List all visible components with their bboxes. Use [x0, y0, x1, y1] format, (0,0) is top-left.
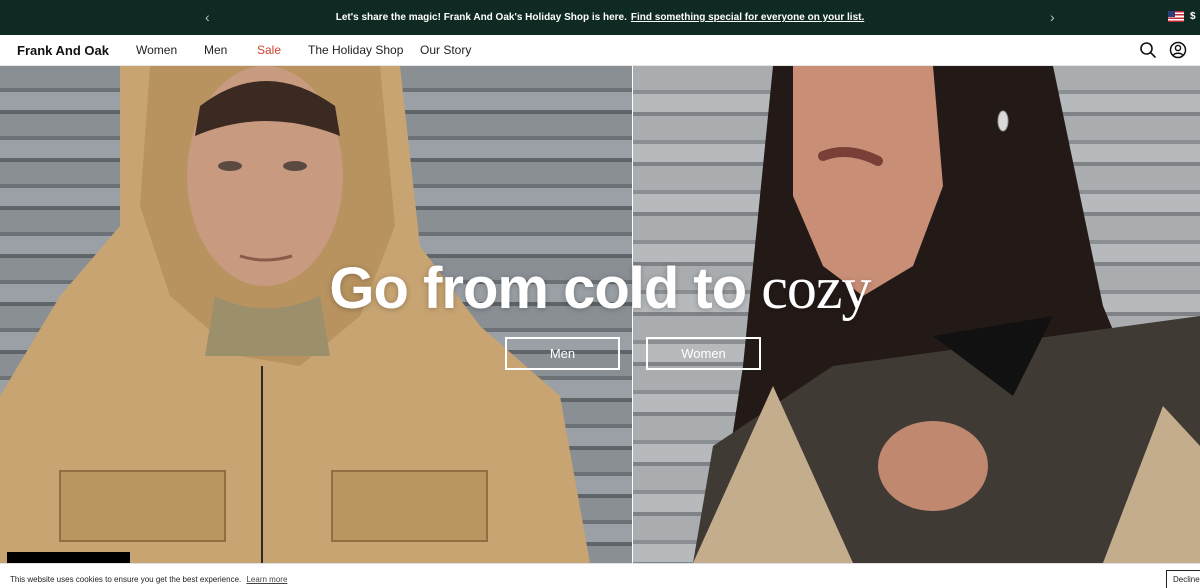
announcement-link[interactable]: Find something special for everyone on y… [631, 12, 864, 23]
chevron-right-icon[interactable]: › [1050, 9, 1055, 25]
chevron-left-icon[interactable]: ‹ [205, 9, 210, 25]
shop-men-button[interactable]: Men [505, 337, 620, 370]
locale-selector[interactable]: $ [1168, 11, 1196, 22]
hero-banner: Go from cold to cozy Men Women [0, 66, 1200, 563]
nav-link-women[interactable]: Women [136, 43, 177, 57]
nav-link-sale[interactable]: Sale [257, 43, 281, 57]
cookie-text: This website uses cookies to ensure you … [10, 575, 242, 584]
nav-link-holiday-shop[interactable]: The Holiday Shop [308, 43, 403, 57]
main-nav: Frank And Oak Women Men Sale The Holiday… [0, 35, 1200, 66]
announcement-bar: ‹ Let's share the magic! Frank And Oak's… [0, 0, 1200, 35]
nav-link-men[interactable]: Men [204, 43, 227, 57]
account-icon[interactable] [1169, 41, 1187, 59]
search-icon[interactable] [1139, 41, 1157, 59]
site-logo[interactable]: Frank And Oak [17, 43, 109, 58]
announcement-message: Let's share the magic! Frank And Oak's H… [336, 12, 865, 23]
cookie-message: This website uses cookies to ensure you … [10, 575, 287, 584]
hero-title: Go from cold to cozy [0, 254, 1200, 323]
announcement-text: Let's share the magic! Frank And Oak's H… [335, 12, 627, 23]
us-flag-icon [1168, 11, 1184, 22]
hero-title-accent: cozy [761, 255, 871, 321]
cookie-banner: This website uses cookies to ensure you … [0, 563, 1200, 588]
cookie-learn-more-link[interactable]: Learn more [246, 575, 287, 584]
currency-label: $ [1190, 11, 1196, 22]
floating-tab[interactable] [7, 552, 130, 563]
nav-link-our-story[interactable]: Our Story [420, 43, 471, 57]
hero-title-main: Go from cold to [329, 256, 747, 321]
shop-women-button[interactable]: Women [646, 337, 761, 370]
cookie-decline-button[interactable]: Decline [1166, 570, 1200, 588]
